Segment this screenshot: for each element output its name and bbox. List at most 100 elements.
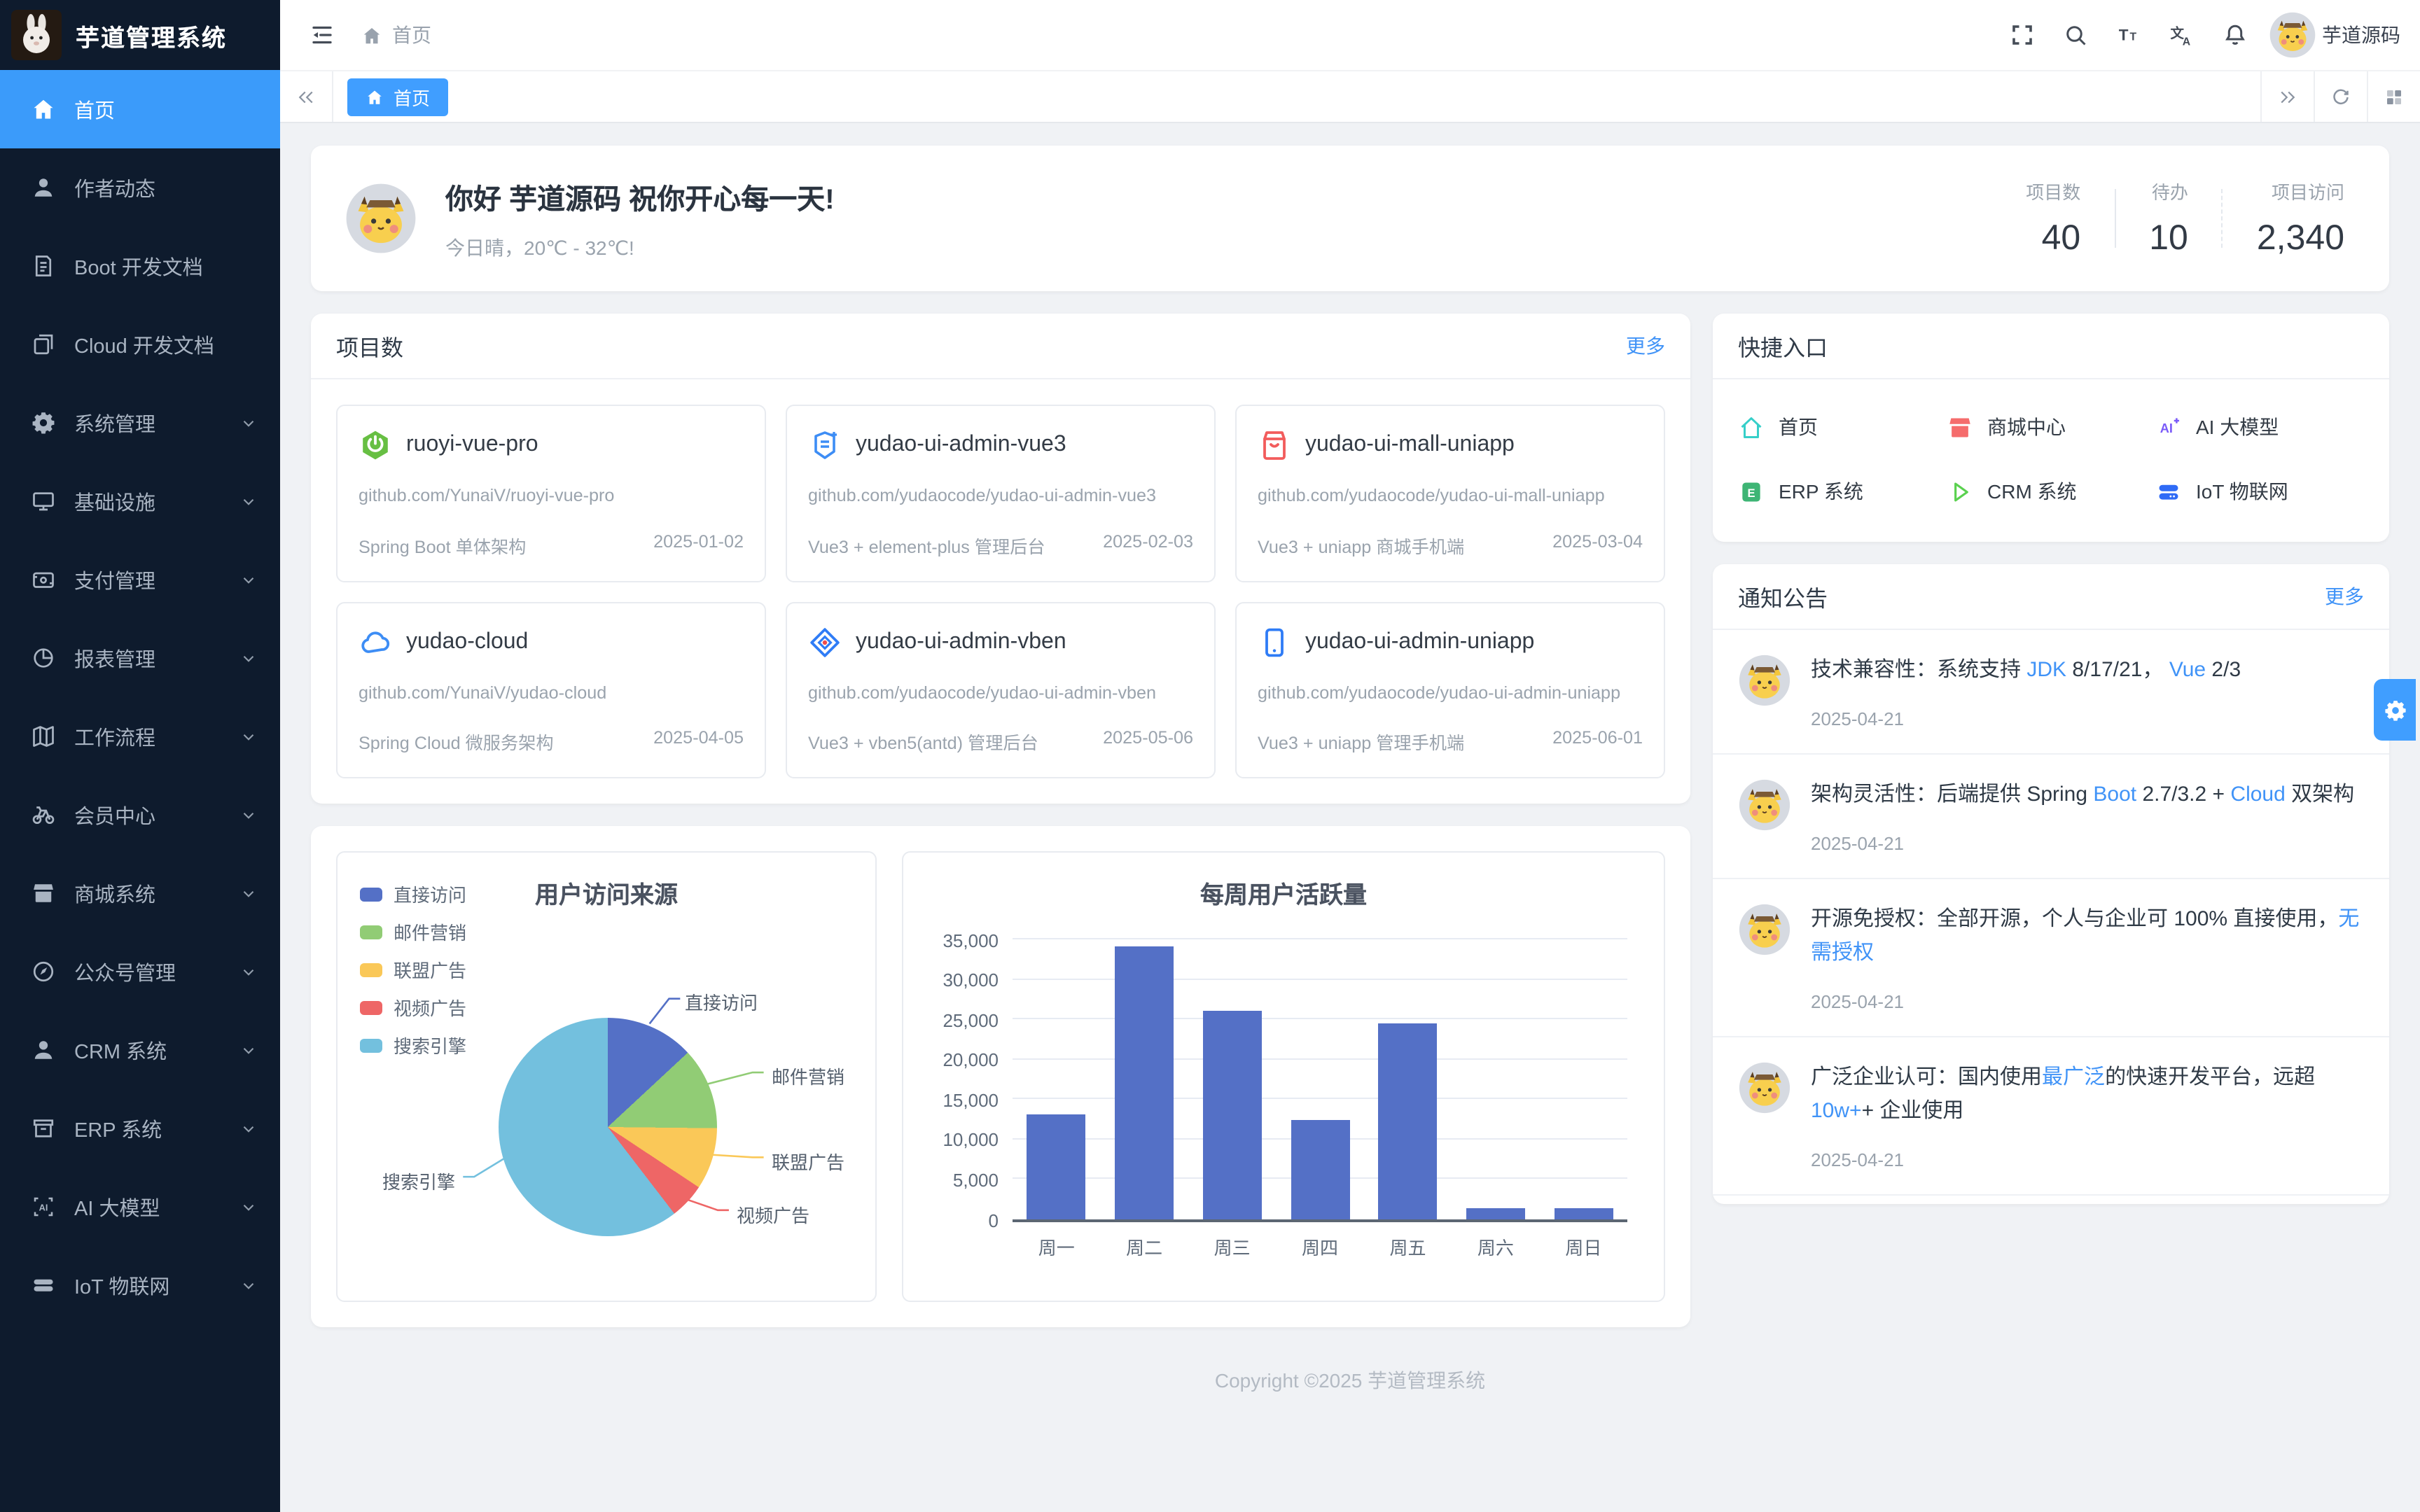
welcome-weather: 今日晴，20℃ - 32℃! [445, 233, 835, 261]
x-axis-tick-label: 周六 [1477, 1233, 1514, 1260]
notifications-button[interactable] [2213, 11, 2258, 59]
sidebar-item-crm[interactable]: CRM 系统 [0, 1011, 280, 1089]
notice-item-2[interactable]: 架构灵活性：后端提供 Spring Boot 2.7/3.2 + Cloud 双… [1713, 755, 2389, 879]
notice-item-3[interactable]: 开源免授权：全部开源，个人与企业可 100% 直接使用，无需授权2025-04-… [1713, 879, 2389, 1037]
project-date: 2025-04-05 [653, 728, 744, 755]
x-axis-tick-label: 周日 [1565, 1233, 1601, 1260]
legend-item[interactable]: 搜索引擎 [360, 1032, 466, 1058]
project-desc: Vue3 + uniapp 商城手机端 [1258, 531, 1464, 558]
y-axis-tick-label: 30,000 [943, 969, 999, 990]
quick-link-crm[interactable]: CRM 系统 [1947, 477, 2155, 505]
quick-link-label: 首页 [1779, 413, 1818, 441]
sidebar-item-infra[interactable]: 基础设施 [0, 462, 280, 540]
pie-slice-label: 直接访问 [685, 988, 758, 1015]
sidebar-item-label: 首页 [74, 94, 258, 124]
legend-label: 直接访问 [394, 881, 466, 907]
legend-item[interactable]: 直接访问 [360, 881, 466, 907]
legend-swatch [360, 1000, 382, 1014]
project-date: 2025-05-06 [1103, 728, 1193, 755]
stat-3: 项目访问2,340 [2223, 178, 2350, 259]
sidebar-item-mp[interactable]: 公众号管理 [0, 932, 280, 1011]
collapse-sidebar-button[interactable] [300, 11, 345, 59]
bar-slot: 周一 [1013, 942, 1100, 1219]
quick-link-mall-center[interactable]: 商城中心 [1947, 413, 2155, 441]
sidebar-item-home[interactable]: 首页 [0, 70, 280, 148]
project-card-yudao-ui-admin-uniapp[interactable]: yudao-ui-admin-uniappgithub.com/yudaocod… [1235, 601, 1665, 778]
sidebar-item-label: IoT 物联网 [74, 1270, 239, 1300]
project-card-yudao-cloud[interactable]: yudao-cloudgithub.com/YunaiV/yudao-cloud… [336, 601, 766, 778]
pie-slice-label: 邮件营销 [772, 1063, 844, 1089]
sidebar-item-ai[interactable]: AIAI 大模型 [0, 1168, 280, 1246]
stat-value: 2,340 [2257, 218, 2344, 259]
project-card-yudao-ui-admin-vben[interactable]: yudao-ui-admin-vbengithub.com/yudaocode/… [786, 601, 1216, 778]
bar-chart-card: 每周用户活跃量05,00010,00015,00020,00025,00030,… [902, 851, 1665, 1302]
sidebar-item-workflow[interactable]: 工作流程 [0, 697, 280, 776]
sidebar-item-system[interactable]: 系统管理 [0, 384, 280, 462]
project-card-yudao-ui-mall-uniapp[interactable]: yudao-ui-mall-uniappgithub.com/yudaocode… [1235, 405, 1665, 582]
chevron-down-icon [239, 570, 258, 589]
notice-date: 2025-04-21 [1811, 1149, 2364, 1170]
sidebar-item-author[interactable]: 作者动态 [0, 148, 280, 227]
sidebar-item-report[interactable]: 报表管理 [0, 619, 280, 697]
quick-link-home[interactable]: 首页 [1738, 413, 1947, 441]
sidebar-item-cloud-doc[interactable]: Cloud 开发文档 [0, 305, 280, 384]
refresh-tab-button[interactable] [2314, 71, 2367, 122]
project-date: 2025-02-03 [1103, 531, 1193, 558]
bar-slot: 周四 [1276, 942, 1363, 1219]
sidebar-item-mall[interactable]: 商城系统 [0, 854, 280, 932]
settings-fab-button[interactable] [2374, 679, 2416, 741]
legend-item[interactable]: 视频广告 [360, 994, 466, 1021]
notice-avatar [1738, 654, 1791, 707]
notice-item-4[interactable]: 广泛企业认可：国内使用最广泛的快速开发平台，远超 10w++ 企业使用2025-… [1713, 1037, 2389, 1196]
font-size-button[interactable]: TT [2106, 11, 2151, 59]
project-desc: Vue3 + uniapp 管理手机端 [1258, 728, 1464, 755]
projects-panel: 项目数 更多 ruoyi-vue-progithub.com/YunaiV/ru… [311, 314, 1690, 804]
sidebar-item-label: ERP 系统 [74, 1114, 239, 1143]
sidebar-item-boot-doc[interactable]: Boot 开发文档 [0, 227, 280, 305]
y-axis-tick-label: 35,000 [943, 930, 999, 951]
projects-more-link[interactable]: 更多 [1626, 332, 1665, 360]
tabbar: 首页 [280, 70, 2420, 123]
search-button[interactable] [2053, 11, 2098, 59]
tab-home[interactable]: 首页 [347, 78, 448, 115]
project-card-ruoyi-vue-pro[interactable]: ruoyi-vue-progithub.com/YunaiV/ruoyi-vue… [336, 405, 766, 582]
svg-text:T: T [2130, 31, 2137, 43]
project-url: github.com/yudaocode/yudao-ui-mall-uniap… [1258, 483, 1643, 510]
logo-row[interactable]: 芋道管理系统 [0, 0, 280, 70]
sidebar-item-member[interactable]: 会员中心 [0, 776, 280, 854]
quick-link-iot[interactable]: IoT 物联网 [2155, 477, 2364, 505]
sidebar-item-iot[interactable]: IoT 物联网 [0, 1246, 280, 1324]
notice-item-1[interactable]: 技术兼容性：系统支持 JDK 8/17/21， Vue 2/32025-04-2… [1713, 630, 2389, 755]
language-button[interactable]: 文A [2160, 11, 2204, 59]
fullscreen-button[interactable] [2000, 11, 2045, 59]
tabs-scroll-left-button[interactable] [280, 71, 333, 122]
legend-item[interactable]: 邮件营销 [360, 918, 466, 945]
quick-entry-title: 快捷入口 [1738, 329, 1828, 363]
sidebar-item-erp[interactable]: ERP 系统 [0, 1089, 280, 1168]
y-axis-tick-label: 5,000 [953, 1170, 999, 1191]
quick-link-erp[interactable]: EERP 系统 [1738, 477, 1947, 505]
bar-周日 [1554, 1208, 1613, 1219]
project-name: yudao-ui-admin-vben [856, 629, 1066, 654]
quick-link-label: ERP 系统 [1779, 477, 1863, 505]
layout-grid-button[interactable] [2367, 71, 2420, 122]
project-desc: Vue3 + vben5(antd) 管理后台 [808, 728, 1038, 755]
stat-1: 项目数40 [1992, 178, 2114, 259]
project-name: ruoyi-vue-pro [406, 433, 538, 458]
x-axis-tick-label: 周一 [1038, 1233, 1075, 1260]
quick-link-ai-model[interactable]: AIAI 大模型 [2155, 413, 2364, 441]
notice-date: 2025-04-21 [1811, 833, 2364, 854]
sidebar-item-label: 系统管理 [74, 408, 239, 438]
tabs-scroll-right-button[interactable] [2260, 71, 2314, 122]
sidebar-item-pay[interactable]: 支付管理 [0, 540, 280, 619]
user-avatar[interactable] [2269, 11, 2316, 59]
svg-text:T: T [2119, 27, 2129, 44]
notice-title: 开源免授权：全部开源，个人与企业可 100% 直接使用，无需授权 [1811, 903, 2364, 970]
project-card-yudao-ui-admin-vue3[interactable]: yudao-ui-admin-vue3github.com/yudaocode/… [786, 405, 1216, 582]
qcrm-icon [1947, 478, 1973, 505]
home-icon [31, 97, 56, 122]
notices-more-link[interactable]: 更多 [2325, 582, 2364, 610]
bar-周三 [1203, 1011, 1262, 1219]
legend-item[interactable]: 联盟广告 [360, 956, 466, 983]
right-column: 快捷入口 首页商城中心AIAI 大模型EERP 系统CRM 系统IoT 物联网 … [1713, 314, 2389, 1204]
